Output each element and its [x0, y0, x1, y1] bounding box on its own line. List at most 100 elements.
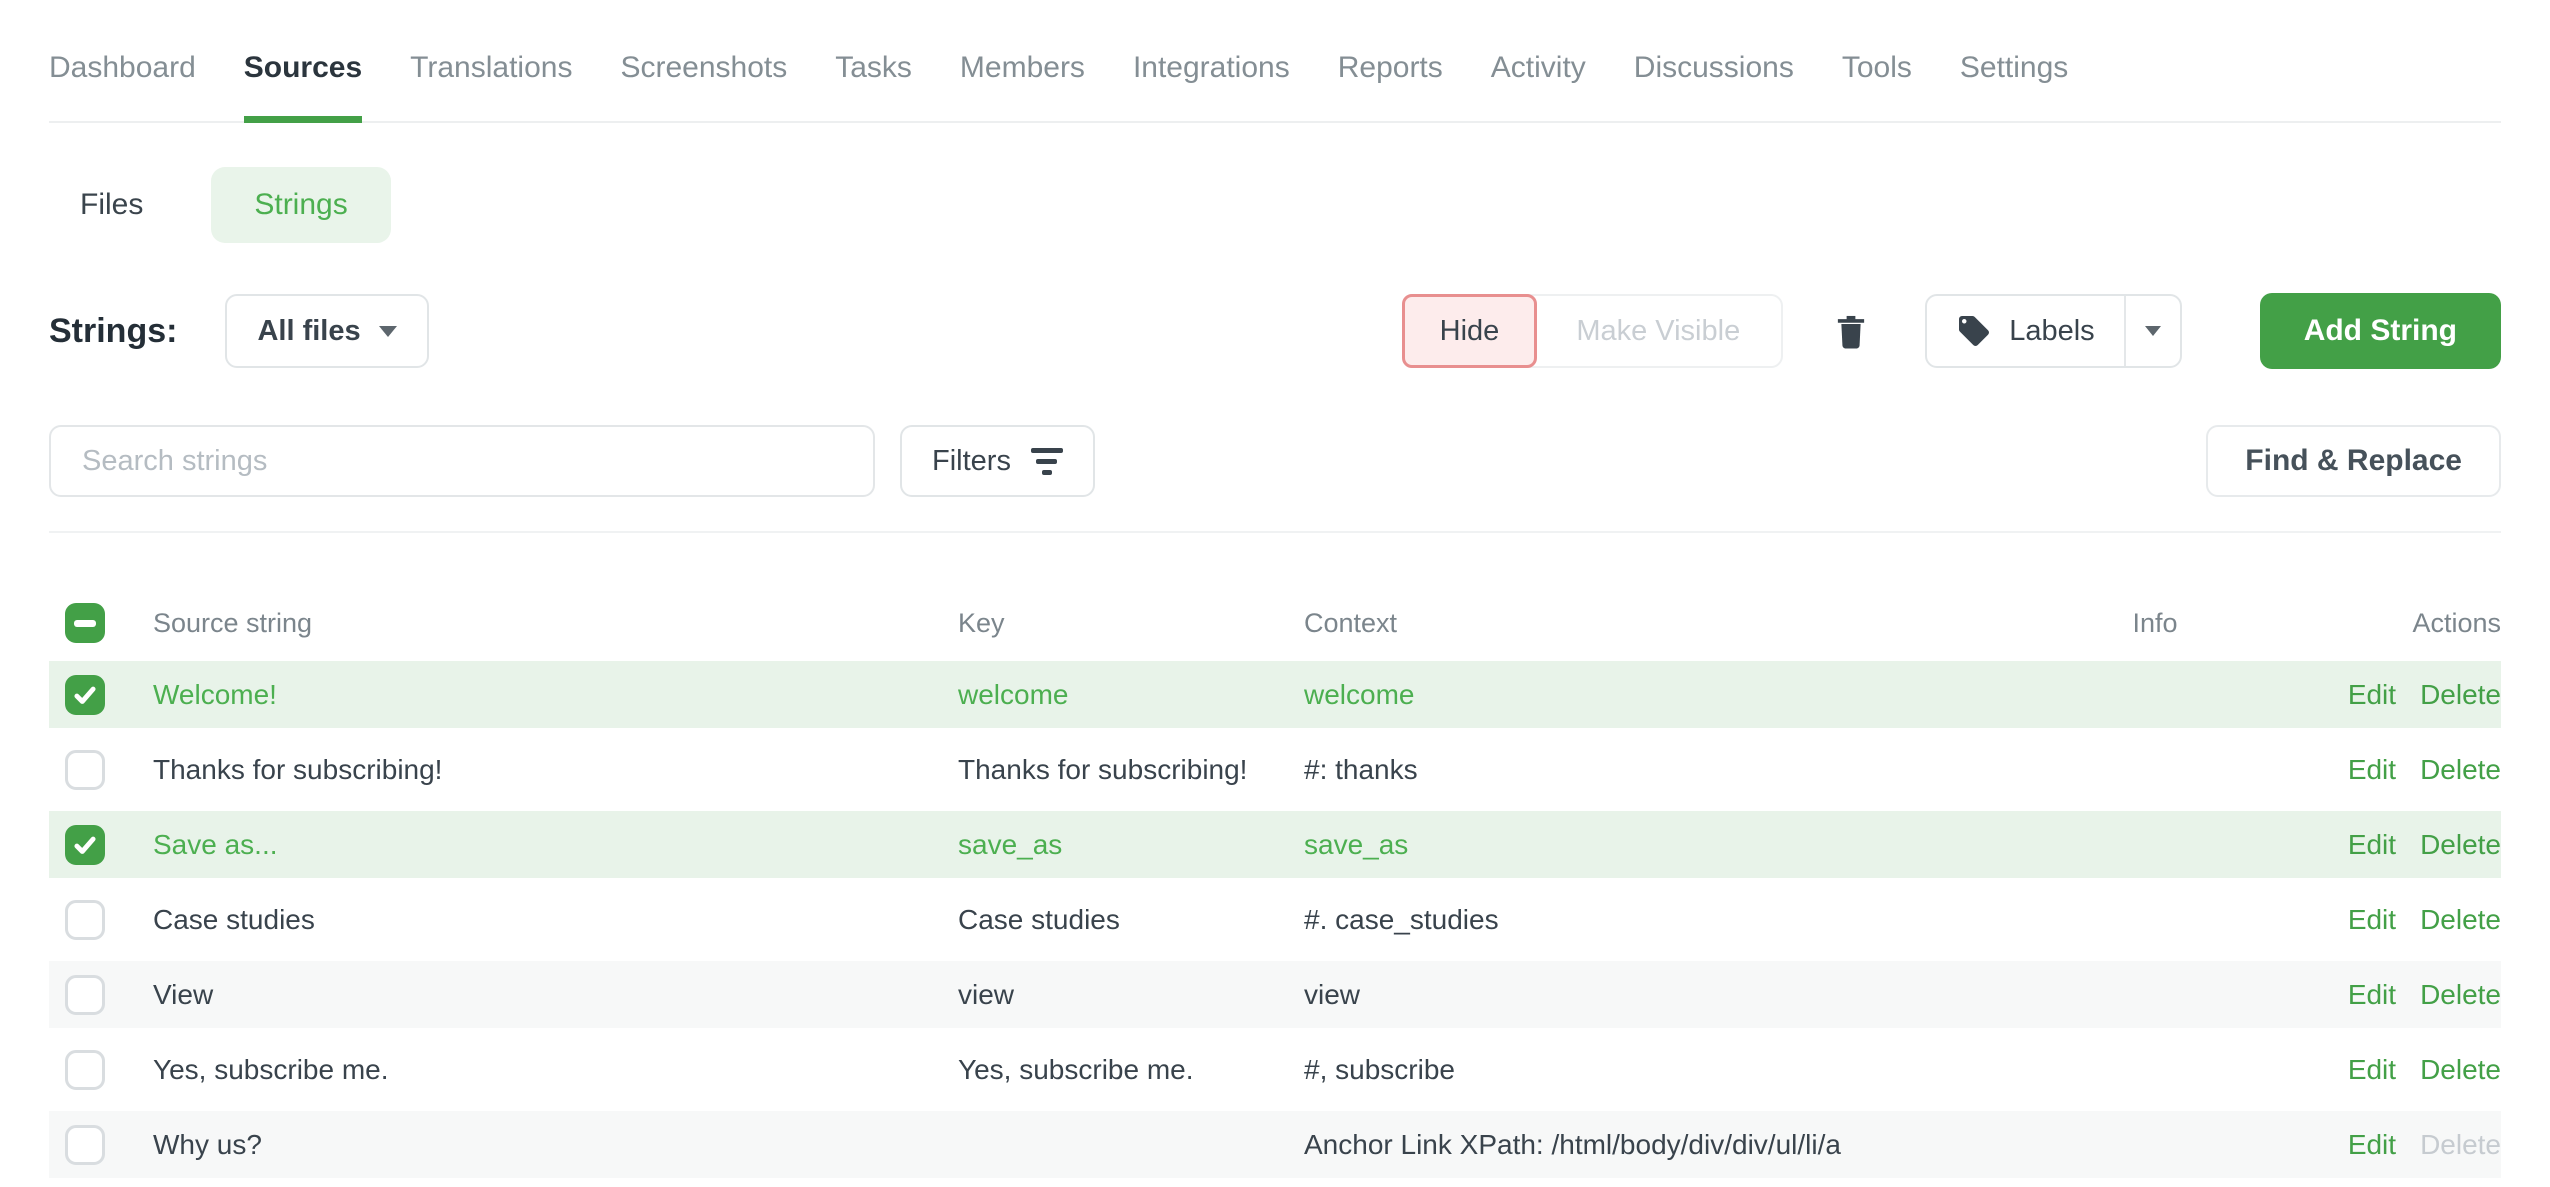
delete-link[interactable]: Delete — [2420, 1054, 2501, 1086]
strings-page: Dashboard Sources Translations Screensho… — [0, 0, 2550, 1182]
add-string-button[interactable]: Add String — [2260, 293, 2501, 369]
edit-link[interactable]: Edit — [2348, 1129, 2396, 1161]
labels-button[interactable]: Labels — [1927, 296, 2123, 366]
section-divider — [49, 531, 2501, 533]
delete-link[interactable]: Delete — [2420, 904, 2501, 936]
cell-key: Case studies — [958, 904, 1304, 936]
table-row: View view view Edit Delete — [49, 957, 2501, 1032]
row-checkbox[interactable] — [65, 975, 105, 1015]
nav-item-reports[interactable]: Reports — [1338, 51, 1443, 121]
nav-item-tasks[interactable]: Tasks — [835, 51, 912, 121]
delete-link[interactable]: Delete — [2420, 679, 2501, 711]
cell-key: save_as — [958, 829, 1304, 861]
indeterminate-icon — [74, 620, 96, 627]
cell-key: Yes, subscribe me. — [958, 1054, 1304, 1086]
row-checkbox[interactable] — [65, 1125, 105, 1165]
cell-key: Thanks for subscribing! — [958, 754, 1304, 786]
nav-item-discussions[interactable]: Discussions — [1634, 51, 1794, 121]
filters-button[interactable]: Filters — [900, 425, 1095, 497]
table-header: Source string Key Context Info Actions — [49, 589, 2501, 657]
check-icon — [72, 832, 98, 858]
edit-link[interactable]: Edit — [2348, 829, 2396, 861]
select-all-checkbox[interactable] — [65, 603, 105, 643]
header-key: Key — [958, 608, 1304, 639]
table-row: Save as... save_as save_as Edit Delete — [49, 807, 2501, 882]
edit-link[interactable]: Edit — [2348, 679, 2396, 711]
table-row: Thanks for subscribing! Thanks for subsc… — [49, 732, 2501, 807]
tag-icon — [1956, 313, 1992, 349]
header-source-string: Source string — [153, 608, 958, 639]
table-row: Why us? Anchor Link XPath: /html/body/di… — [49, 1107, 2501, 1182]
make-visible-button[interactable]: Make Visible — [1535, 296, 1781, 366]
row-checkbox[interactable] — [65, 900, 105, 940]
chevron-down-icon — [2145, 326, 2161, 336]
file-filter-dropdown[interactable]: All files — [225, 294, 428, 368]
cell-context: welcome — [1304, 679, 2050, 711]
labels-button-label: Labels — [2009, 315, 2094, 348]
table-row: Welcome! welcome welcome Edit Delete — [49, 657, 2501, 732]
delete-strings-button[interactable] — [1817, 294, 1885, 368]
check-icon — [72, 682, 98, 708]
tab-files[interactable]: Files — [80, 188, 143, 222]
visibility-button-group: Hide Make Visible — [1402, 294, 1784, 368]
find-replace-button[interactable]: Find & Replace — [2206, 425, 2501, 497]
labels-dropdown-toggle[interactable] — [2124, 296, 2180, 366]
cell-context: #. case_studies — [1304, 904, 2050, 936]
row-checkbox[interactable] — [65, 675, 105, 715]
top-navigation: Dashboard Sources Translations Screensho… — [49, 0, 2501, 123]
nav-item-settings[interactable]: Settings — [1960, 51, 2068, 121]
cell-context: view — [1304, 979, 2050, 1011]
delete-link[interactable]: Delete — [2420, 754, 2501, 786]
search-input[interactable] — [49, 425, 875, 497]
delete-link[interactable]: Delete — [2420, 829, 2501, 861]
cell-source-string: Case studies — [153, 904, 958, 936]
nav-item-sources[interactable]: Sources — [244, 51, 362, 121]
header-actions: Actions — [2260, 608, 2501, 639]
cell-source-string: Welcome! — [153, 679, 958, 711]
cell-context: Anchor Link XPath: /html/body/div/div/ul… — [1304, 1129, 2050, 1161]
table-row: Yes, subscribe me. Yes, subscribe me. #,… — [49, 1032, 2501, 1107]
filter-icon — [1031, 448, 1063, 475]
row-checkbox[interactable] — [65, 1050, 105, 1090]
filters-button-label: Filters — [932, 445, 1011, 478]
nav-item-activity[interactable]: Activity — [1491, 51, 1586, 121]
nav-item-screenshots[interactable]: Screenshots — [620, 51, 787, 121]
hide-button[interactable]: Hide — [1402, 294, 1538, 368]
cell-context: #, subscribe — [1304, 1054, 2050, 1086]
cell-context: save_as — [1304, 829, 2050, 861]
edit-link[interactable]: Edit — [2348, 754, 2396, 786]
page-title: Strings: — [49, 312, 177, 351]
header-context: Context — [1304, 608, 2050, 639]
cell-source-string: Save as... — [153, 829, 958, 861]
trash-icon — [1830, 308, 1872, 354]
nav-item-dashboard[interactable]: Dashboard — [49, 51, 196, 121]
nav-item-integrations[interactable]: Integrations — [1133, 51, 1290, 121]
cell-context: #: thanks — [1304, 754, 2050, 786]
edit-link[interactable]: Edit — [2348, 904, 2396, 936]
cell-source-string: Why us? — [153, 1129, 958, 1161]
edit-link[interactable]: Edit — [2348, 1054, 2396, 1086]
header-info: Info — [2050, 608, 2260, 639]
chevron-down-icon — [379, 326, 397, 337]
cell-key: view — [958, 979, 1304, 1011]
search-row: Filters Find & Replace — [49, 425, 2501, 497]
delete-link-disabled: Delete — [2420, 1129, 2501, 1161]
nav-item-tools[interactable]: Tools — [1842, 51, 1912, 121]
tab-strings[interactable]: Strings — [211, 167, 390, 243]
cell-source-string: Yes, subscribe me. — [153, 1054, 958, 1086]
nav-item-members[interactable]: Members — [960, 51, 1085, 121]
cell-source-string: Thanks for subscribing! — [153, 754, 958, 786]
cell-key: welcome — [958, 679, 1304, 711]
source-view-tabs: Files Strings — [49, 167, 2501, 243]
labels-button-group: Labels — [1925, 294, 2181, 368]
cell-source-string: View — [153, 979, 958, 1011]
delete-link[interactable]: Delete — [2420, 979, 2501, 1011]
file-filter-label: All files — [257, 315, 360, 348]
edit-link[interactable]: Edit — [2348, 979, 2396, 1011]
strings-toolbar: Strings: All files Hide Make Visible — [49, 293, 2501, 369]
table-row: Case studies Case studies #. case_studie… — [49, 882, 2501, 957]
nav-item-translations[interactable]: Translations — [410, 51, 572, 121]
row-checkbox[interactable] — [65, 825, 105, 865]
row-checkbox[interactable] — [65, 750, 105, 790]
toolbar-actions: Hide Make Visible Labels — [1402, 293, 2501, 369]
